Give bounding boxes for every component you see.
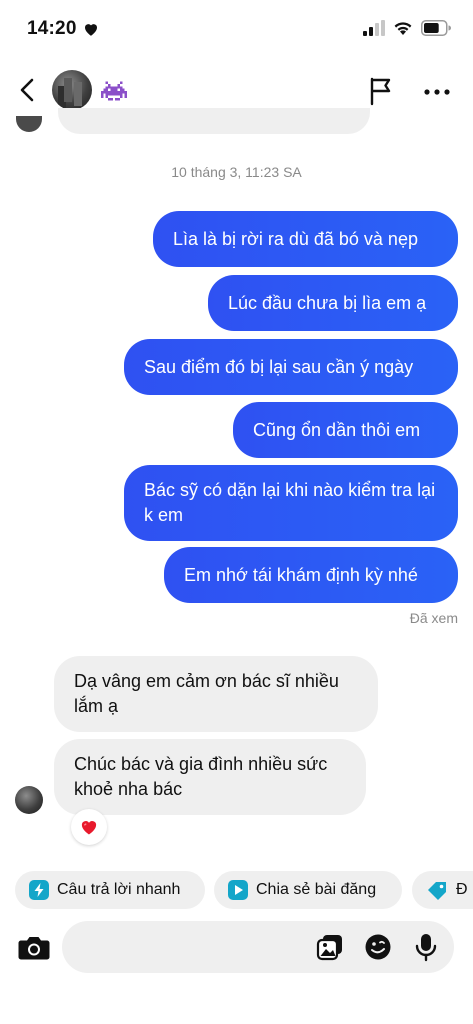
chip-label: Chia sẻ bài đăng (256, 881, 377, 898)
message-text: Dạ vâng em cảm ơn bác sĩ nhiều lắm ạ (74, 671, 339, 716)
contact-avatar[interactable] (52, 70, 92, 110)
chip-label: Đ (456, 881, 468, 898)
outgoing-message[interactable]: Cũng ổn dần thôi em (233, 402, 458, 458)
gallery-icon[interactable] (316, 933, 344, 961)
incoming-message[interactable]: Chúc bác và gia đình nhiều sức khoẻ nha … (54, 739, 366, 815)
outgoing-message[interactable]: Bác sỹ có dặn lại khi nào kiểm tra lại k… (124, 465, 458, 541)
more-options-icon[interactable] (423, 78, 451, 106)
status-time: 14:20 (27, 18, 77, 39)
wifi-icon (394, 22, 412, 35)
share-post-chip[interactable]: Chia sẻ bài đăng (214, 871, 402, 909)
sticker-icon[interactable] (364, 933, 392, 961)
microphone-icon[interactable] (412, 932, 440, 962)
message-composer (62, 921, 454, 973)
sender-avatar[interactable] (15, 786, 43, 814)
quick-replies-chip[interactable]: Câu trả lời nhanh (15, 871, 205, 909)
message-text: Bác sỹ có dặn lại khi nào kiểm tra lại k… (144, 480, 436, 525)
outgoing-message[interactable]: Lúc đầu chưa bị lìa em ạ (208, 275, 458, 331)
message-text: Sau điểm đó bị lại sau cần ý ngày (144, 356, 414, 377)
seen-indicator: Đã xem (409, 610, 458, 626)
quick-actions-row: Câu trả lời nhanh Chia sẻ bài đăng Đ (15, 871, 473, 911)
outgoing-message[interactable]: Lìa là bị rời ra dù đã bó và nẹp (153, 211, 458, 267)
outgoing-message[interactable]: Sau điểm đó bị lại sau cần ý ngày (124, 339, 458, 395)
incoming-message[interactable]: Dạ vâng em cảm ơn bác sĩ nhiều lắm ạ (54, 656, 378, 732)
tag-chip[interactable]: Đ (412, 871, 473, 909)
message-text: Em nhớ tái khám định kỳ nhé (184, 564, 418, 585)
outgoing-message[interactable]: Em nhớ tái khám định kỳ nhé (164, 547, 458, 603)
cellular-signal-icon (363, 20, 385, 36)
status-bar: 14:20 (0, 0, 473, 58)
tag-icon (428, 882, 446, 900)
back-chevron-icon[interactable] (14, 76, 42, 104)
status-indicators (363, 20, 451, 36)
camera-icon[interactable] (15, 928, 53, 966)
message-text: Lúc đầu chưa bị lìa em ạ (228, 292, 427, 313)
lightning-icon (29, 880, 49, 900)
heart-reaction[interactable] (71, 809, 107, 845)
previous-message-bubble[interactable] (58, 108, 370, 134)
message-timestamp: 10 tháng 3, 11:23 SA (171, 164, 302, 180)
message-text: Lìa là bị rời ra dù đã bó và nẹp (173, 228, 418, 249)
message-text: Chúc bác và gia đình nhiều sức khoẻ nha … (74, 754, 328, 799)
red-heart-icon (81, 821, 97, 835)
alien-monster-icon (101, 81, 127, 101)
message-text: Cũng ổn dần thôi em (253, 419, 421, 440)
message-input[interactable] (82, 935, 302, 959)
play-icon (228, 880, 248, 900)
report-flag-icon[interactable] (367, 76, 395, 106)
heart-icon (85, 24, 97, 36)
battery-icon (421, 20, 451, 36)
previous-sender-avatar (16, 116, 42, 132)
chip-label: Câu trả lời nhanh (57, 881, 181, 898)
